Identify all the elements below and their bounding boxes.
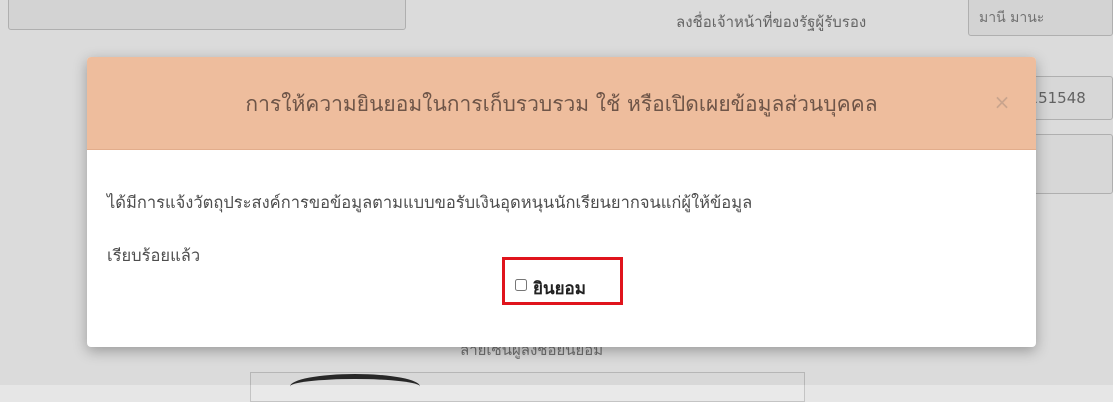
consent-label[interactable]: ยินยอม <box>533 275 586 302</box>
modal-header: การให้ความยินยอมในการเก็บรวบรวม ใช้ หรือ… <box>87 57 1036 150</box>
modal-body-text-continued: เรียบร้อยแล้ว <box>107 246 201 265</box>
consent-modal: การให้ความยินยอมในการเก็บรวบรวม ใช้ หรือ… <box>87 57 1036 347</box>
modal-body-text: ได้มีการแจ้งวัตถุประสงค์การขอข้อมูลตามแบ… <box>107 193 753 212</box>
close-icon[interactable]: × <box>992 89 1012 115</box>
modal-title: การให้ความยินยอมในการเก็บรวบรวม ใช้ หรือ… <box>245 92 878 116</box>
consent-checkbox[interactable] <box>515 279 527 291</box>
